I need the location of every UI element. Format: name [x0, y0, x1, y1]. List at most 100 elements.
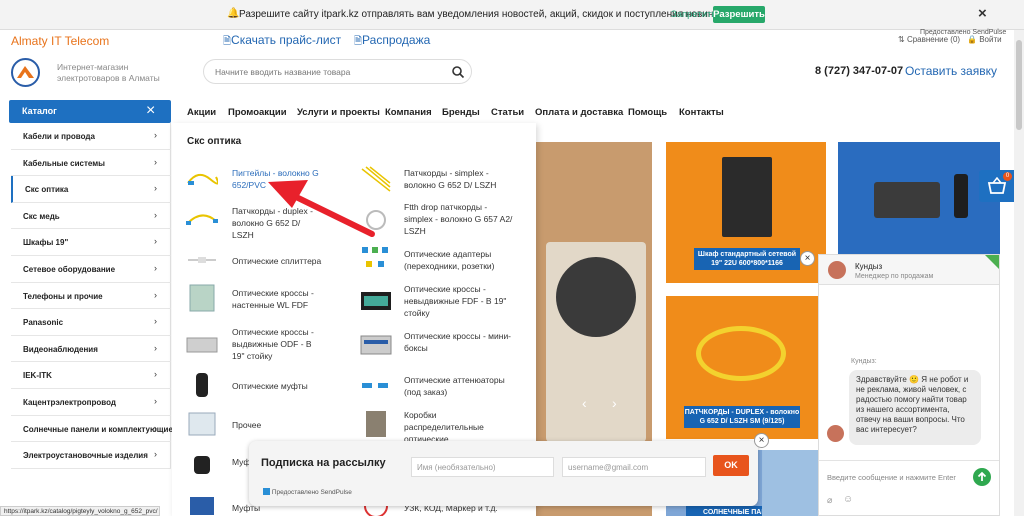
nav-help[interactable]: Помощь	[628, 107, 667, 118]
sale-link[interactable]: 🗎Распродажа	[354, 33, 430, 51]
submenu-item-label[interactable]: Ftth drop патчкорды - simplex - волокно …	[404, 201, 514, 237]
submenu-item-label[interactable]: Прочее	[232, 419, 322, 431]
catalog-item[interactable]: Телефоны и прочие ›	[11, 283, 171, 310]
brand-name[interactable]: Almaty IT Telecom	[11, 34, 109, 48]
attach-icon[interactable]: ⌀	[827, 495, 832, 506]
nav-brands[interactable]: Бренды	[442, 107, 480, 118]
submenu-item-label[interactable]: Коробки распределительные оптические	[404, 409, 514, 445]
annotation-arrow-icon	[268, 180, 375, 237]
compare-link[interactable]: ⇅ Сравнение (0)	[898, 35, 960, 44]
nav-promotions[interactable]: Акции	[187, 107, 216, 118]
site-logo[interactable]	[11, 58, 40, 87]
slider-next-icon[interactable]: ›	[612, 395, 617, 411]
catalog-item[interactable]: Кабели и провода ›	[11, 123, 171, 150]
chevron-right-icon: ›	[154, 209, 157, 220]
login-link[interactable]: 🔒 Войти	[967, 35, 1002, 44]
nav-payment-delivery[interactable]: Оплата и доставка	[535, 107, 623, 118]
sale-label: Распродажа	[362, 33, 431, 47]
nav-contacts[interactable]: Контакты	[679, 107, 724, 118]
lock-icon: 🔒	[967, 35, 977, 44]
submenu-item-label[interactable]: Оптические кроссы - невыдвижные FDF - В …	[404, 283, 514, 319]
chevron-right-icon: ›	[154, 130, 157, 140]
search-icon[interactable]	[451, 65, 465, 79]
close-icon[interactable]: ×	[146, 102, 155, 120]
search-input[interactable]: Начните вводить название товара	[215, 67, 350, 77]
close-chat-button[interactable]: ×	[800, 251, 815, 266]
name-field[interactable]: Имя (необязательно)	[411, 457, 554, 477]
chevron-right-icon: ›	[154, 449, 157, 460]
chat-input[interactable]: Введите сообщение и нажмите Enter	[827, 473, 956, 482]
push-message: Разрешите сайту itpark.kz отправлять вам…	[239, 9, 727, 20]
slider-prev-icon[interactable]: ‹	[582, 395, 587, 411]
catalog-item[interactable]: Электроустановочные изделия ›	[11, 442, 171, 469]
catalog-item[interactable]: Panasonic ›	[11, 309, 171, 336]
catalog-item[interactable]: Сетевое оборудование ›	[11, 256, 171, 283]
catalog-item[interactable]: Шкафы 19" ›	[11, 229, 171, 256]
download-price-label: Скачать прайс-лист	[231, 33, 342, 47]
submenu-item-label[interactable]: Оптические кроссы - выдвижные ODF - В 19…	[232, 326, 322, 362]
close-push-button[interactable]: ×	[978, 5, 987, 22]
phones-banner[interactable]	[838, 142, 1000, 254]
catalog-item-label: Телефоны и прочие	[23, 291, 103, 301]
chevron-right-icon: ›	[154, 289, 157, 300]
catalog-item[interactable]: Видеонаблюдения ›	[11, 336, 171, 363]
sendpulse-icon	[263, 488, 270, 495]
minibox-thumb	[360, 335, 392, 355]
wall-box-thumb	[189, 284, 215, 312]
patchcord-banner[interactable]: ПАТЧКОРДЫ - DUPLEX - волокно G 652 D/ LS…	[666, 296, 818, 439]
leave-request-link[interactable]: Оставить заявку	[905, 64, 997, 78]
subscribe-popup: Подписка на рассылку Имя (необязательно)…	[249, 441, 758, 506]
catalog-button[interactable]: Каталог ×	[9, 100, 171, 123]
submenu-title: Скс оптика	[187, 136, 242, 147]
catalog-item[interactable]: IEK-ITK ›	[11, 362, 171, 389]
pigtail-thumb	[187, 173, 218, 185]
nav-articles[interactable]: Статьи	[491, 107, 524, 118]
catalog-item-label: Кабельные системы	[23, 158, 105, 168]
avatar	[828, 261, 846, 279]
patchcord-label: ПАТЧКОРДЫ - DUPLEX - волокно G 652 D/ LS…	[684, 406, 800, 428]
phone-number[interactable]: 8 (727) 347-07-07	[815, 65, 903, 77]
coupling-thumb	[194, 456, 210, 474]
emoji-icon[interactable]: ☺	[843, 494, 853, 505]
catalog-item[interactable]: Солнечные панели и комплектующие ›	[11, 416, 173, 443]
search-box[interactable]: Начните вводить название товара	[203, 59, 472, 84]
compare-label: Сравнение (0)	[906, 35, 961, 44]
deny-button[interactable]: Запретить	[671, 9, 716, 20]
download-price-link[interactable]: 🗎Скачать прайс-лист	[223, 33, 341, 51]
chevron-right-icon: ›	[154, 396, 157, 406]
scrollbar[interactable]	[1014, 30, 1024, 516]
close-subscribe-button[interactable]: ×	[754, 433, 769, 448]
cart-button[interactable]: 0	[979, 170, 1014, 202]
catalog-item[interactable]: Кацентрэлектропровод ›	[11, 389, 171, 416]
allow-button[interactable]: Разрешить	[713, 6, 765, 23]
submenu-item-label[interactable]: Оптические кроссы - настенные WL FDF	[232, 287, 322, 311]
fdf-thumb	[361, 292, 391, 310]
nav-services[interactable]: Услуги и проекты	[297, 107, 380, 118]
catalog-item-label: Скс медь	[23, 211, 60, 221]
status-url: https://itpark.kz/catalog/pigteyly_volok…	[0, 506, 160, 516]
catalog-item-label: IEK-ITK	[23, 371, 52, 381]
catalog-item-label: Кабели и провода	[23, 132, 95, 141]
submenu-item-label[interactable]: Оптические сплиттера	[232, 255, 322, 267]
attenuator-thumb	[362, 383, 388, 388]
submenu-item-label[interactable]: Оптические аттенюаторы (под заказ)	[404, 374, 514, 398]
email-field[interactable]: username@gmail.com	[562, 457, 706, 477]
document-icon: 🗎	[223, 36, 232, 47]
submenu-item-label[interactable]: Оптические кроссы - мини-боксы	[404, 330, 514, 354]
odf-thumb	[186, 337, 218, 353]
catalog-item[interactable]: Кабельные системы ›	[11, 150, 171, 177]
catalog-item[interactable]: Скс медь ›	[11, 203, 171, 230]
catalog-item-label: Видеонаблюдения	[23, 344, 98, 354]
scrollbar-thumb[interactable]	[1016, 40, 1022, 130]
nav-promo-actions[interactable]: Промоакции	[228, 107, 287, 118]
chat-agent-name: Кундыз	[855, 262, 883, 271]
site-slogan: Интернет-магазин электротоваров в Алматы	[57, 62, 160, 83]
submenu-item-label[interactable]: Оптические адаптеры (переходники, розетк…	[404, 248, 514, 272]
submenu-item-label[interactable]: Оптические муфты	[232, 380, 322, 392]
subscribe-ok-button[interactable]: OK	[713, 455, 749, 476]
submenu-item-label[interactable]: Патчкорды - simplex - волокно G 652 D/ L…	[404, 167, 514, 191]
catalog-item[interactable]: Скс оптика ›	[11, 176, 171, 203]
send-button[interactable]	[973, 468, 991, 486]
bottom-banner-right[interactable]	[762, 450, 818, 516]
nav-company[interactable]: Компания	[385, 107, 432, 118]
